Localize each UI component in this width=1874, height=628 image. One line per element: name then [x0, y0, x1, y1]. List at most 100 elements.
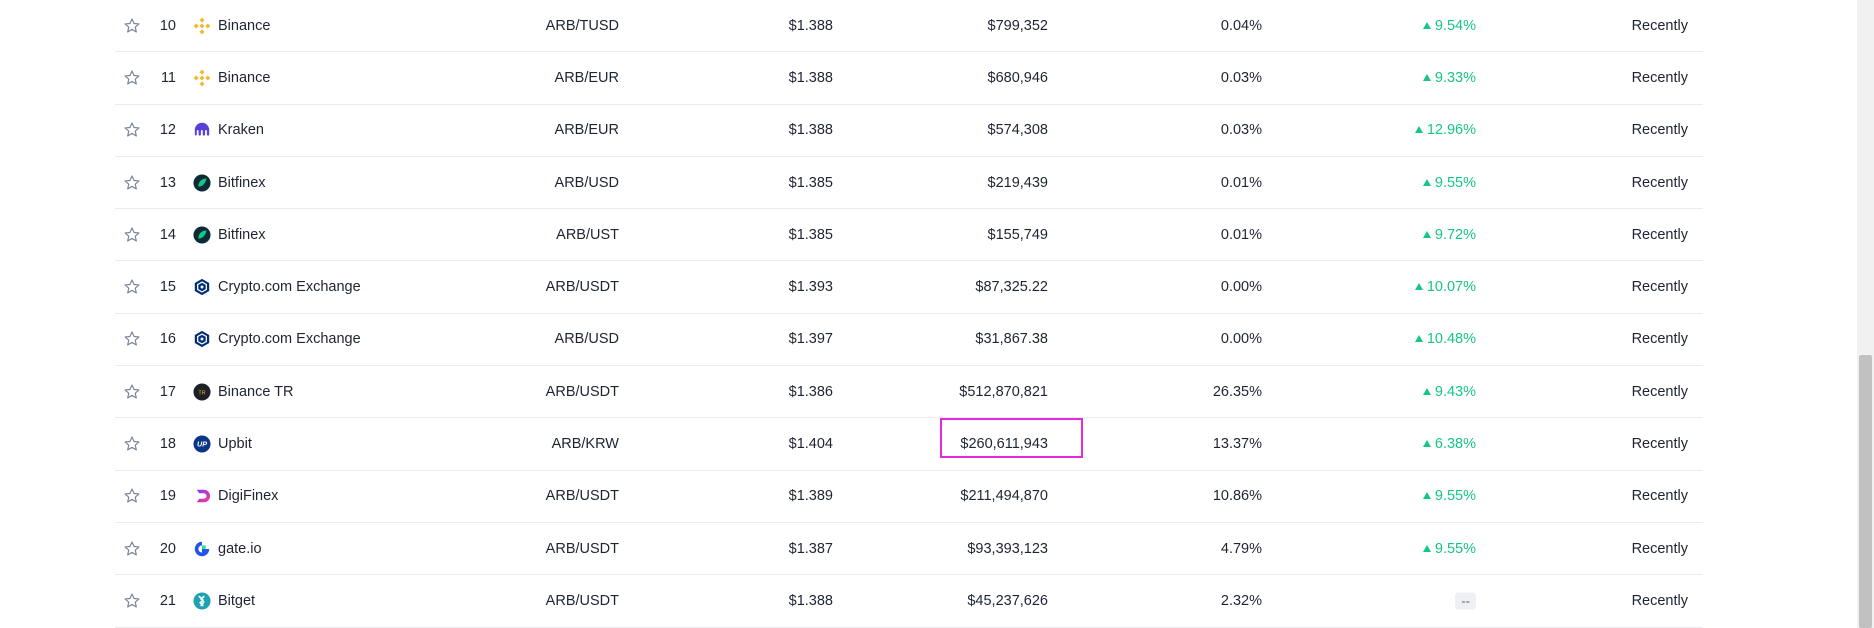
table-row[interactable]: 11 Binance ARB/EUR $1.388 $680,946 0.03% 9.33%…: [115, 52, 1703, 105]
pair-link[interactable]: ARB/EUR: [555, 70, 619, 86]
star-icon[interactable]: [123, 435, 141, 453]
updated-time: Recently: [1631, 279, 1688, 296]
table-row[interactable]: 21 Bitget ARB/USDT $1.388 $45,237,626 2.32% --…: [115, 575, 1703, 628]
table-row[interactable]: 16 Crypto.com Exchange ARB/USD $1.397 $31,86…: [115, 314, 1703, 367]
volume-percent: 2.32%: [1220, 592, 1262, 609]
svg-text:UP: UP: [197, 440, 207, 449]
star-icon[interactable]: [123, 17, 141, 35]
star-icon[interactable]: [123, 121, 141, 139]
table-row[interactable]: 10 Binance ARB/TUSD $1.388 $799,352 0.04% 9.54…: [115, 0, 1703, 53]
upbit-logo-icon: UP: [193, 435, 211, 453]
change-24h: 6.38%: [1422, 436, 1476, 453]
table-row[interactable]: 13 Bitfinex ARB/USD $1.385 $219,439 0.01% 9.55…: [115, 157, 1703, 210]
rank: 14: [159, 226, 176, 243]
updated-time: Recently: [1631, 122, 1688, 139]
rank: 15: [159, 279, 176, 296]
volume-percent: 0.04%: [1220, 17, 1262, 34]
change-value: 9.55%: [1434, 540, 1476, 557]
gateio-logo-icon: [193, 540, 211, 558]
table-row[interactable]: 12 Kraken ARB/EUR $1.388 $574,308 0.03% 12.96%…: [115, 105, 1703, 157]
volume-24h: $574,308: [987, 122, 1048, 139]
pair-link[interactable]: ARB/USDT: [546, 541, 619, 557]
pair-link[interactable]: ARB/USDT: [546, 593, 619, 609]
change-value: 9.43%: [1434, 383, 1476, 400]
star-icon[interactable]: [123, 226, 141, 244]
price: $1.388: [788, 122, 833, 139]
exchange-name[interactable]: DigiFinex: [218, 488, 278, 504]
star-icon[interactable]: [123, 383, 141, 401]
star-icon[interactable]: [123, 592, 141, 610]
digifinex-logo-icon: [193, 487, 211, 505]
price: $1.393: [788, 279, 833, 296]
rank: 11: [160, 69, 176, 86]
volume-percent: 0.00%: [1220, 331, 1262, 348]
cryptocom-logo-icon: [193, 330, 211, 348]
change-value: 9.33%: [1434, 69, 1476, 86]
exchange-name[interactable]: Kraken: [218, 122, 264, 138]
change-value: 10.07%: [1426, 279, 1476, 296]
caret-up-icon: [1422, 178, 1431, 186]
volume-24h: $211,494,870: [960, 488, 1048, 505]
pair-link[interactable]: ARB/USDT: [546, 488, 619, 504]
volume-24h: $512,870,821: [959, 383, 1048, 400]
volume-percent: 0.03%: [1220, 122, 1262, 139]
rank: 17: [159, 383, 176, 400]
exchange-name[interactable]: Bitfinex: [218, 227, 266, 243]
volume-percent: 0.00%: [1220, 279, 1262, 296]
pair-link[interactable]: ARB/USDT: [546, 279, 619, 295]
exchange-name[interactable]: Crypto.com Exchange: [218, 331, 361, 347]
scrollbar-thumb[interactable]: [1859, 355, 1872, 628]
exchange-name[interactable]: Binance TR: [218, 384, 294, 400]
star-icon[interactable]: [123, 540, 141, 558]
star-icon[interactable]: [123, 330, 141, 348]
exchange-name[interactable]: Upbit: [218, 436, 252, 452]
volume-24h: $680,946: [987, 69, 1048, 86]
pair-link[interactable]: ARB/EUR: [555, 122, 619, 138]
star-icon[interactable]: [123, 487, 141, 505]
change-24h: 9.55%: [1422, 488, 1476, 504]
exchange-name[interactable]: Bitfinex: [218, 175, 266, 191]
table-row[interactable]: 20 gate.io ARB/USDT $1.387 $93,393,123 4.79% 9…: [115, 523, 1703, 576]
star-icon[interactable]: [123, 69, 141, 87]
pair-link[interactable]: ARB/USD: [555, 331, 619, 347]
exchange-name[interactable]: Crypto.com Exchange: [218, 279, 361, 295]
volume-24h: $93,393,123: [967, 540, 1048, 557]
updated-time: Recently: [1631, 69, 1688, 86]
change-24h: 12.96%: [1414, 122, 1476, 138]
volume-percent: 0.01%: [1220, 174, 1262, 191]
exchange-name[interactable]: Binance: [218, 18, 270, 34]
cryptocom-logo-icon: [193, 278, 211, 296]
rank: 21: [159, 592, 176, 609]
caret-up-icon: [1422, 544, 1431, 552]
caret-up-icon: [1422, 440, 1431, 448]
pair-link[interactable]: ARB/UST: [556, 227, 619, 243]
caret-up-icon: [1414, 283, 1423, 291]
exchange-name[interactable]: Binance: [218, 70, 270, 86]
pair-link[interactable]: ARB/TUSD: [546, 18, 619, 34]
rank: 16: [159, 331, 176, 348]
star-icon[interactable]: [123, 278, 141, 296]
scrollbar[interactable]: [1857, 0, 1874, 628]
exchange-name[interactable]: Bitget: [218, 593, 255, 609]
table-row[interactable]: 19 DigiFinex ARB/USDT $1.389 $211,494,870 10.…: [115, 471, 1703, 523]
volume-24h: $155,749: [987, 226, 1048, 243]
change-24h: 9.55%: [1422, 540, 1476, 557]
rank: 13: [159, 174, 176, 191]
volume-24h: $260,611,943: [960, 436, 1048, 453]
binance-logo-icon: [193, 69, 211, 87]
volume-percent: 4.79%: [1220, 540, 1262, 557]
table-row[interactable]: 17 TR Binance TR ARB/USDT $1.386 $512,870,821…: [115, 366, 1703, 419]
table-row[interactable]: 18 UP Upbit ARB/KRW $1.404 $260,611,943 13.37%…: [115, 418, 1703, 471]
table-row[interactable]: 15 Crypto.com Exchange ARB/USDT $1.393 $87,3…: [115, 261, 1703, 314]
table-row[interactable]: 14 Bitfinex ARB/UST $1.385 $155,749 0.01% 9.72…: [115, 209, 1703, 262]
caret-up-icon: [1422, 230, 1431, 238]
markets-table: 10 Binance ARB/TUSD $1.388 $799,352 0.04% 9.54…: [115, 0, 1703, 628]
exchange-name[interactable]: gate.io: [218, 541, 262, 557]
change-value: 6.38%: [1434, 436, 1476, 453]
price: $1.385: [788, 226, 833, 243]
pair-link[interactable]: ARB/USDT: [546, 384, 619, 400]
caret-up-icon: [1422, 21, 1431, 29]
star-icon[interactable]: [123, 174, 141, 192]
pair-link[interactable]: ARB/KRW: [552, 436, 619, 452]
pair-link[interactable]: ARB/USD: [555, 175, 619, 191]
